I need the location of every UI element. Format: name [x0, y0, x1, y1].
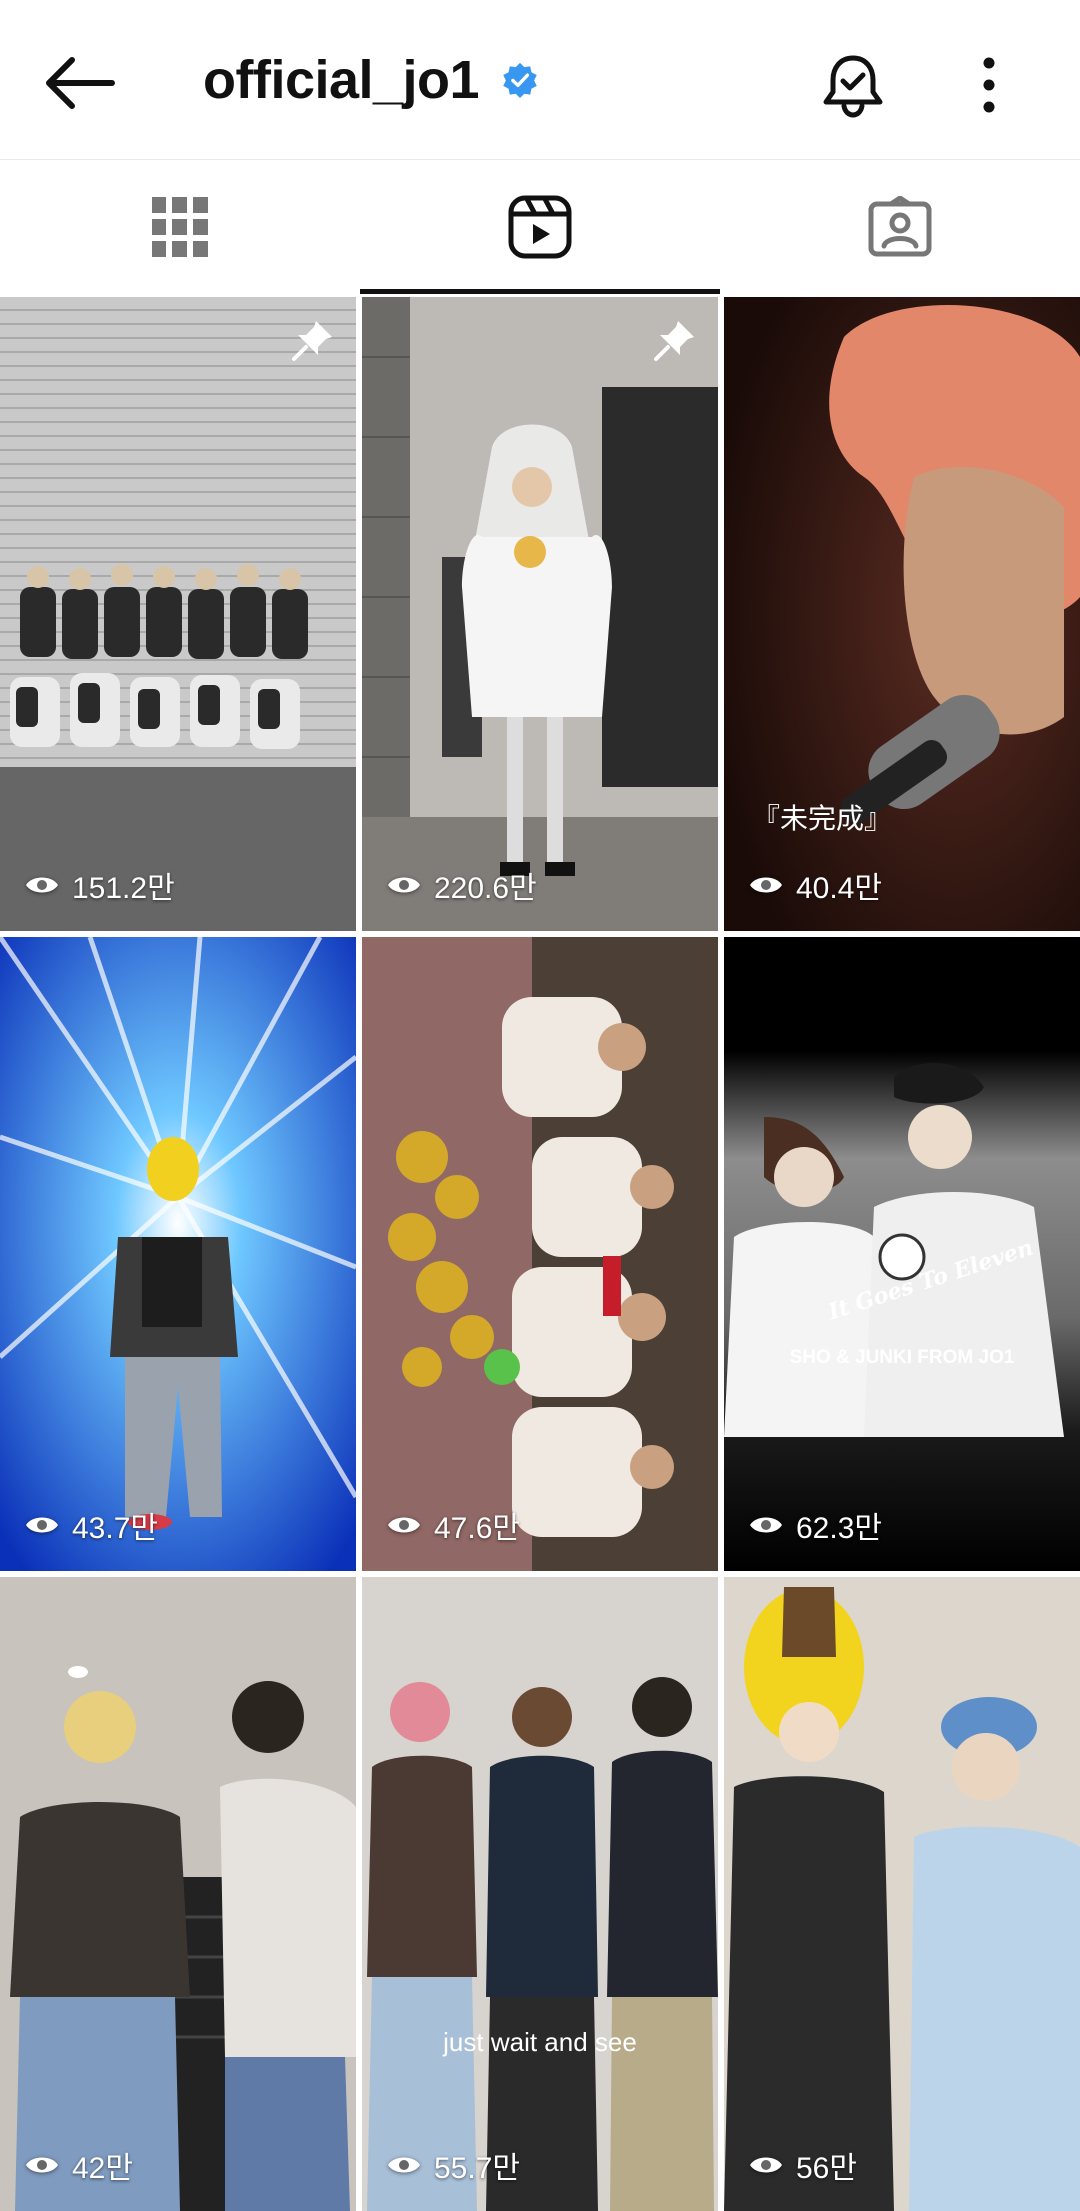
eye-icon — [750, 877, 782, 893]
reel-thumbnail[interactable]: 42만 — [0, 1577, 356, 2211]
reel-image — [724, 1577, 1080, 2211]
reel-thumbnail[interactable]: 220.6만 — [362, 297, 718, 931]
more-options-button[interactable] — [970, 50, 1008, 120]
grid-icon — [152, 197, 208, 257]
eye-icon — [388, 2157, 420, 2173]
reel-image — [362, 297, 718, 931]
top-bar: official_jo1 — [0, 0, 1080, 160]
arrow-left-icon — [46, 57, 115, 109]
reel-image — [0, 937, 356, 1571]
reel-subcaption: SHO & JUNKI FROM JO1 — [789, 1347, 1015, 1368]
reel-thumbnail[interactable]: 56만 — [724, 1577, 1080, 2211]
active-tab-indicator — [360, 289, 720, 294]
eye-icon — [388, 877, 420, 893]
eye-icon — [26, 2157, 58, 2173]
verified-badge-icon — [503, 62, 537, 99]
tagged-user-icon — [868, 196, 932, 257]
back-button[interactable] — [42, 48, 118, 118]
reel-thumbnail[interactable]: 151.2만 — [0, 297, 356, 931]
tab-reels[interactable] — [360, 160, 720, 294]
pin-icon — [654, 321, 694, 361]
more-vertical-icon — [983, 57, 995, 113]
reel-thumbnail[interactable]: 43.7만 — [0, 937, 356, 1571]
view-count: 42만 — [24, 2143, 133, 2187]
view-count: 56만 — [748, 2143, 857, 2187]
eye-icon — [26, 877, 58, 893]
reel-thumbnail[interactable]: just wait and see 55.7만 — [362, 1577, 718, 2211]
view-count: 220.6만 — [386, 863, 537, 907]
eye-icon — [750, 2157, 782, 2173]
view-count: 55.7만 — [386, 2143, 520, 2187]
reel-image — [0, 297, 356, 931]
reel-thumbnail[interactable]: 47.6만 — [362, 937, 718, 1571]
eye-icon — [388, 1517, 420, 1533]
reel-thumbnail[interactable]: 『未完成』 40.4만 — [724, 297, 1080, 931]
reel-caption: 『未完成』 — [752, 802, 893, 835]
view-count: 40.4만 — [748, 863, 882, 907]
view-count: 151.2만 — [24, 863, 175, 907]
view-count: 47.6만 — [386, 1503, 520, 1547]
view-count: 62.3만 — [748, 1503, 882, 1547]
reel-image — [362, 937, 718, 1571]
reel-thumbnail[interactable]: It Goes To Eleven SHO & JUNKI FROM JO1 6… — [724, 937, 1080, 1571]
reel-caption: just wait and see — [443, 2027, 637, 2057]
tab-tagged[interactable] — [720, 160, 1080, 294]
notifications-button[interactable] — [818, 50, 888, 120]
bell-check-icon — [823, 55, 883, 118]
eye-icon — [26, 1517, 58, 1533]
reel-image — [362, 1577, 718, 2211]
eye-icon — [750, 1517, 782, 1533]
reel-image — [0, 1577, 356, 2211]
reels-icon — [508, 195, 572, 259]
profile-title: official_jo1 — [203, 44, 539, 116]
profile-tabs — [0, 160, 1080, 294]
tab-grid[interactable] — [0, 160, 360, 294]
pin-icon — [292, 321, 332, 361]
view-count: 43.7만 — [24, 1503, 158, 1547]
username: official_jo1 — [203, 50, 480, 110]
